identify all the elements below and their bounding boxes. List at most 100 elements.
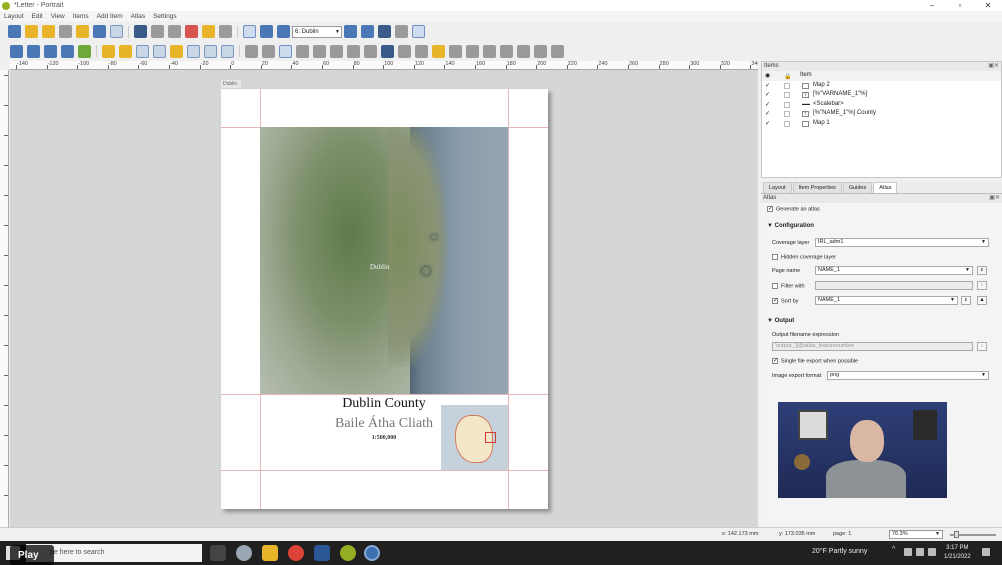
new-layout-icon[interactable] (25, 25, 38, 38)
app-icon[interactable] (236, 545, 252, 561)
tab-item-properties[interactable]: Item Properties (792, 182, 842, 193)
add-fixed-table-icon[interactable] (551, 44, 564, 58)
add-polyline-icon[interactable] (500, 44, 513, 58)
undo-icon[interactable] (202, 25, 215, 38)
page-name-select[interactable]: NAME_1 ▼ (815, 266, 973, 275)
sort-order-button[interactable]: ▲ (977, 296, 987, 305)
add-shape-icon[interactable] (449, 44, 462, 58)
visibility-checkbox[interactable]: ✓ (765, 83, 771, 89)
sort-checkbox[interactable]: ✓ (772, 298, 778, 304)
network-icon[interactable] (904, 548, 912, 556)
add-polygon-icon[interactable] (483, 44, 496, 58)
file-explorer-icon[interactable] (262, 545, 278, 561)
layout-page[interactable]: Dublin Dublin County Baile Átha Cliath 1… (221, 89, 548, 509)
lock-checkbox[interactable] (784, 111, 790, 117)
duplicate-layout-icon[interactable] (42, 25, 55, 38)
word-icon[interactable] (314, 545, 330, 561)
recording-app-icon[interactable] (364, 545, 380, 561)
export-pdf-icon[interactable] (185, 25, 198, 38)
lock-checkbox[interactable] (784, 120, 790, 127)
visibility-checkbox[interactable]: ✓ (765, 102, 771, 108)
hidden-coverage-checkbox[interactable] (772, 254, 778, 260)
close-button[interactable]: ✕ (974, 0, 1002, 11)
export-image-icon[interactable] (151, 25, 164, 38)
raise-icon[interactable] (170, 44, 183, 58)
align-left-icon[interactable] (187, 44, 200, 58)
image-format-select[interactable]: png ▼ (827, 371, 989, 380)
task-view-icon[interactable] (210, 545, 226, 561)
item-row[interactable]: ✓ Map 1 (762, 119, 1001, 129)
tab-guides[interactable]: Guides (842, 182, 873, 193)
lock-checkbox[interactable] (784, 92, 790, 98)
volume-icon[interactable] (916, 548, 924, 556)
group-icon[interactable] (136, 44, 149, 58)
map-1[interactable]: Dublin (260, 127, 508, 394)
menu-layout[interactable]: Layout (4, 13, 24, 20)
distribute-icon[interactable] (204, 44, 217, 58)
map-2-inset[interactable] (441, 405, 508, 470)
pan-icon[interactable] (245, 44, 258, 58)
resize-icon[interactable] (221, 44, 234, 58)
redo-icon[interactable] (219, 25, 232, 38)
play-overlay-button[interactable]: Play (10, 545, 54, 565)
export-atlas-icon[interactable] (395, 25, 408, 38)
lock-checkbox[interactable] (784, 101, 790, 108)
zoom-slider[interactable] (950, 531, 996, 538)
notifications-icon[interactable] (982, 548, 990, 556)
visibility-checkbox[interactable]: ✓ (765, 92, 771, 98)
lock-items-icon[interactable] (102, 44, 115, 58)
menu-view[interactable]: View (51, 13, 65, 20)
add-map-icon[interactable] (330, 44, 343, 58)
add-scalebar-icon[interactable] (415, 44, 428, 58)
add-picture-icon[interactable] (364, 44, 377, 58)
configuration-section[interactable]: ▼ Configuration (767, 223, 814, 229)
atlas-feature-select[interactable]: 6: Dublin ▼ (292, 25, 342, 38)
zoom-tool-icon[interactable] (262, 44, 275, 58)
layout-manager-icon[interactable] (59, 25, 72, 38)
close-panel-icon[interactable]: ▣✕ (989, 194, 1000, 203)
print-icon[interactable] (134, 25, 147, 38)
sort-row[interactable]: ✓ Sort by (772, 298, 798, 304)
filter-row[interactable]: Filter with (772, 283, 805, 289)
menu-edit[interactable]: Edit (32, 13, 43, 20)
next-feature-icon[interactable] (344, 25, 357, 38)
zoom-select[interactable]: 76.3% ▼ (889, 530, 943, 539)
item-row[interactable]: ✓ T [%"VARNAME_1"%] (762, 90, 1001, 100)
select-move-icon[interactable] (279, 44, 292, 58)
filter-checkbox[interactable] (772, 283, 778, 289)
menu-items[interactable]: Items (73, 13, 89, 20)
menu-atlas[interactable]: Atlas (131, 13, 145, 20)
add-marker-icon[interactable] (466, 44, 479, 58)
move-content-icon[interactable] (296, 44, 309, 58)
item-row[interactable]: ✓ T [%"NAME_1"%] County (762, 109, 1001, 119)
expression-button[interactable]: ε (977, 266, 987, 275)
single-file-row[interactable]: ✓ Single file export when possible (772, 358, 858, 364)
sort-expression-button[interactable]: ε (961, 296, 971, 305)
add-label-icon[interactable] (381, 44, 394, 58)
coverage-layer-select[interactable]: IRL_adm1 ▼ (815, 238, 989, 247)
sort-by-select[interactable]: NAME_1 ▼ (815, 296, 958, 305)
output-section[interactable]: ▼ Output (767, 318, 794, 324)
export-svg-icon[interactable] (168, 25, 181, 38)
item-row[interactable]: ✓ ▬▬ <Scalebar> (762, 100, 1001, 110)
zoom-full-icon[interactable] (61, 44, 74, 58)
visibility-checkbox[interactable]: ✓ (765, 121, 771, 127)
filter-input[interactable] (815, 281, 973, 290)
qgis-taskbar-icon[interactable] (340, 545, 356, 561)
zoom-in-icon[interactable] (10, 44, 23, 58)
chrome-icon[interactable] (288, 545, 304, 561)
tab-layout[interactable]: Layout (763, 182, 792, 193)
menu-add-item[interactable]: Add Item (97, 13, 123, 20)
previous-feature-icon[interactable] (277, 25, 290, 38)
weather-widget[interactable]: 20°F Partly sunny (812, 548, 867, 555)
dropbox-icon[interactable] (928, 548, 936, 556)
add-legend-icon[interactable] (398, 44, 411, 58)
add-3d-map-icon[interactable] (347, 44, 360, 58)
hidden-coverage-row[interactable]: Hidden coverage layer (772, 254, 836, 260)
output-filename-input[interactable]: 'output_'||@atlas_featurenumber (772, 342, 973, 351)
add-pages-icon[interactable] (110, 25, 123, 38)
zoom-out-icon[interactable] (27, 44, 40, 58)
print-atlas-icon[interactable] (378, 25, 391, 38)
visibility-checkbox[interactable]: ✓ (765, 111, 771, 117)
save-template-icon[interactable] (93, 25, 106, 38)
